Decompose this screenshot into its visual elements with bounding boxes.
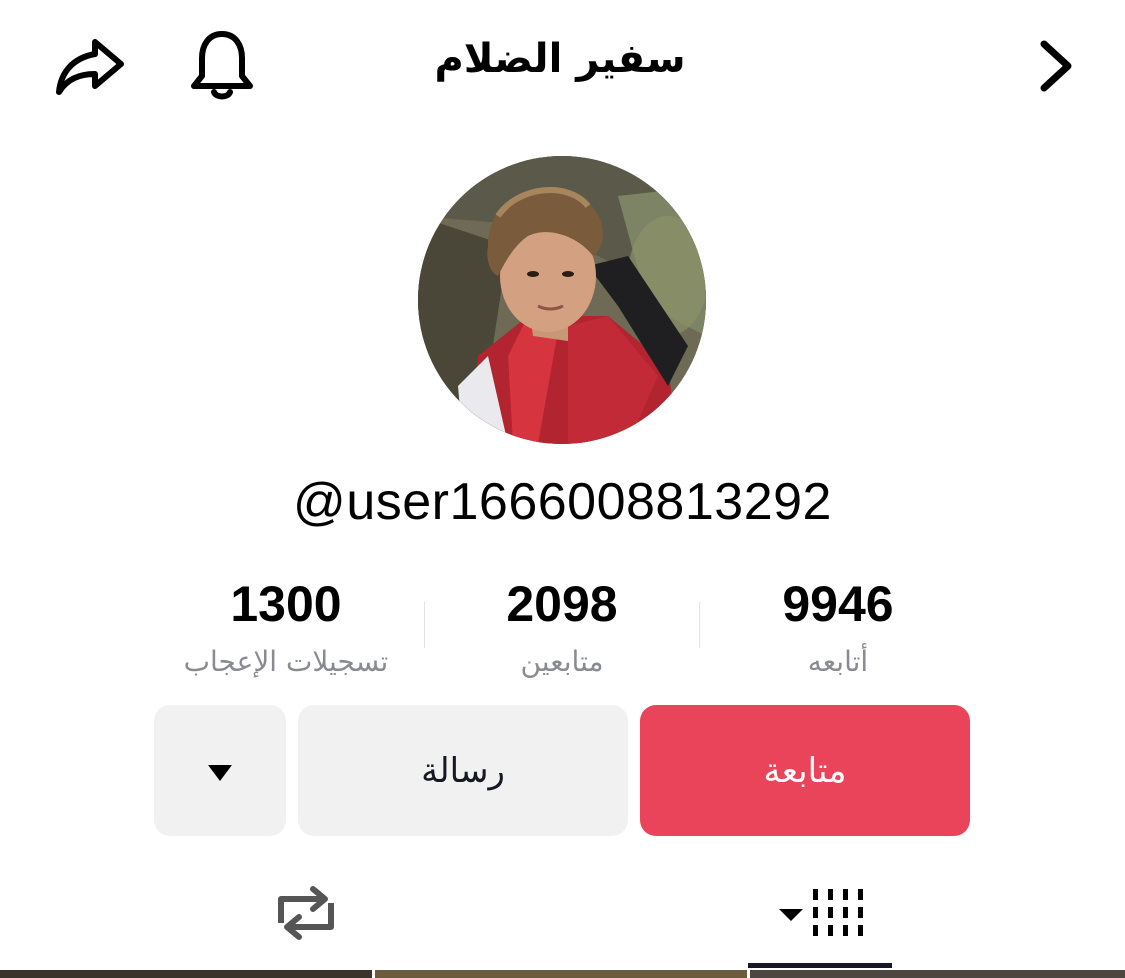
more-options-button[interactable] <box>154 705 286 836</box>
followers-count: 2098 <box>506 576 618 632</box>
stat-following[interactable]: 9946 أتابعه <box>700 574 976 680</box>
video-grid <box>0 970 1125 978</box>
notification-button[interactable] <box>184 28 260 108</box>
following-count: 9946 <box>782 576 894 632</box>
chevron-right-icon <box>1036 36 1076 100</box>
share-icon <box>53 34 127 102</box>
username: @user1666008813292 <box>293 473 832 531</box>
stat-likes[interactable]: 1300 تسجيلات الإعجاب <box>148 574 424 680</box>
video-thumbnail[interactable] <box>0 970 372 978</box>
stat-divider <box>424 602 425 648</box>
repost-icon <box>271 883 341 947</box>
message-button[interactable]: رسالة <box>298 705 628 836</box>
active-tab-indicator <box>748 963 892 968</box>
likes-label: تسجيلات الإعجاب <box>183 645 389 678</box>
video-thumbnail[interactable] <box>750 970 1125 978</box>
share-button[interactable] <box>50 32 130 104</box>
grid-filter-icon <box>775 885 865 945</box>
followers-label: متابعين <box>520 645 604 678</box>
likes-count: 1300 <box>230 576 342 632</box>
caret-down-icon <box>207 751 233 791</box>
bell-icon <box>190 30 254 106</box>
video-thumbnail[interactable] <box>375 970 747 978</box>
page-title: سفير الضلام <box>434 36 686 82</box>
follow-button[interactable]: متابعة <box>640 705 970 836</box>
avatar[interactable] <box>418 156 706 444</box>
back-button[interactable] <box>1020 32 1092 104</box>
stat-followers[interactable]: 2098 متابعين <box>424 574 700 680</box>
following-label: أتابعه <box>807 645 869 678</box>
tab-reposts[interactable] <box>236 872 376 958</box>
tab-videos[interactable] <box>748 872 892 958</box>
